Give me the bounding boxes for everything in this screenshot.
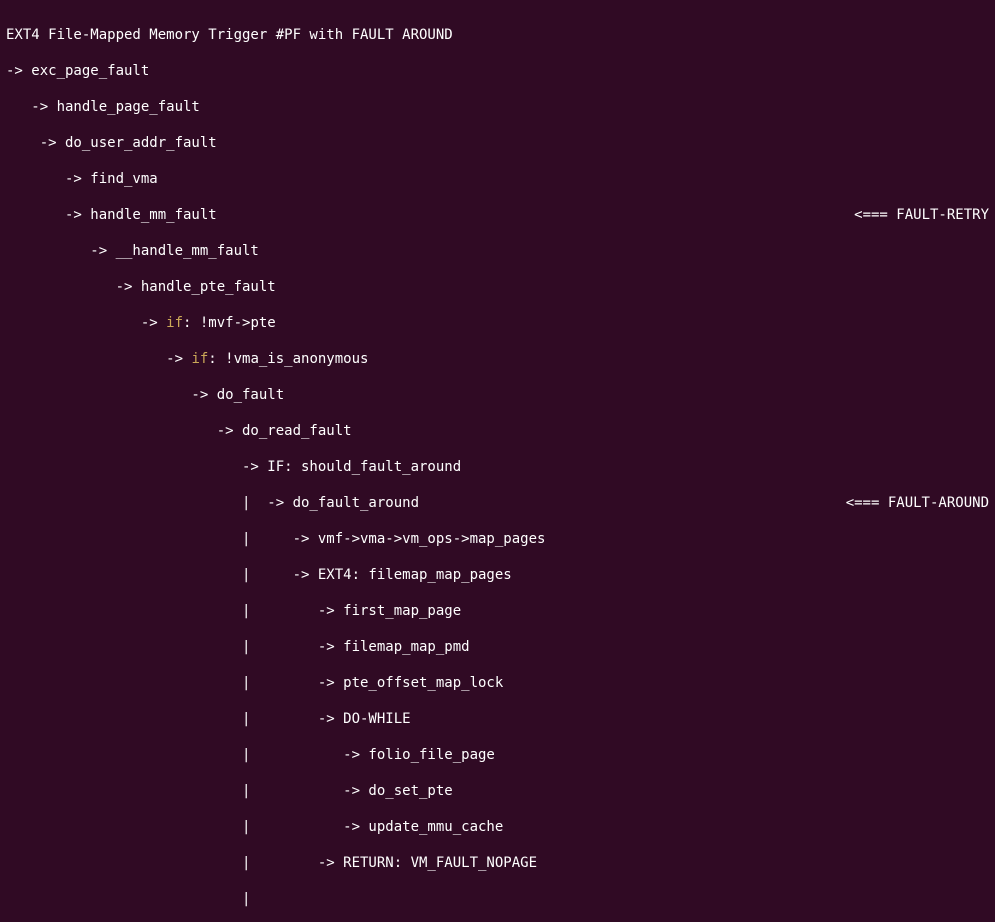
trace-line: | -> update_mmu_cache — [6, 818, 503, 836]
trace-line: | -> folio_file_page — [6, 746, 495, 764]
terminal-screen: EXT4 File-Mapped Memory Trigger #PF with… — [0, 0, 995, 922]
trace-line: | -> do_fault_around — [6, 494, 419, 512]
trace-line: -> do_fault — [6, 386, 284, 404]
trace-line: | -> first_map_page — [6, 602, 461, 620]
trace-line: -> handle_pte_fault — [6, 278, 276, 296]
trace-line: | -> vmf->vma->vm_ops->map_pages — [6, 530, 545, 548]
trace-line: -> exc_page_fault — [6, 62, 149, 80]
trace-line: | -> RETURN: VM_FAULT_NOPAGE — [6, 854, 537, 872]
trace-line: -> find_vma — [6, 170, 158, 188]
trace-line: -> if: !mvf->pte — [6, 314, 276, 332]
trace-line: | -> filemap_map_pmd — [6, 638, 470, 656]
trace-line: | -> pte_offset_map_lock — [6, 674, 503, 692]
trace-line: -> IF: should_fault_around — [6, 458, 461, 476]
title-line: EXT4 File-Mapped Memory Trigger #PF with… — [6, 26, 453, 44]
keyword-if: if — [191, 351, 208, 367]
trace-line: -> do_user_addr_fault — [6, 134, 217, 152]
annotation-fault-retry: <=== FAULT-RETRY — [854, 206, 989, 224]
trace-line: -> if: !vma_is_anonymous — [6, 350, 368, 368]
trace-line: | — [6, 890, 250, 908]
trace-line: | -> EXT4: filemap_map_pages — [6, 566, 512, 584]
trace-line: | -> DO-WHILE — [6, 710, 411, 728]
trace-line: -> do_read_fault — [6, 422, 352, 440]
trace-line: -> handle_page_fault — [6, 98, 200, 116]
trace-line: | -> do_set_pte — [6, 782, 453, 800]
annotation-fault-around: <=== FAULT-AROUND — [846, 494, 989, 512]
trace-line: -> handle_mm_fault — [6, 206, 217, 224]
keyword-if: if — [166, 315, 183, 331]
trace-line: -> __handle_mm_fault — [6, 242, 259, 260]
